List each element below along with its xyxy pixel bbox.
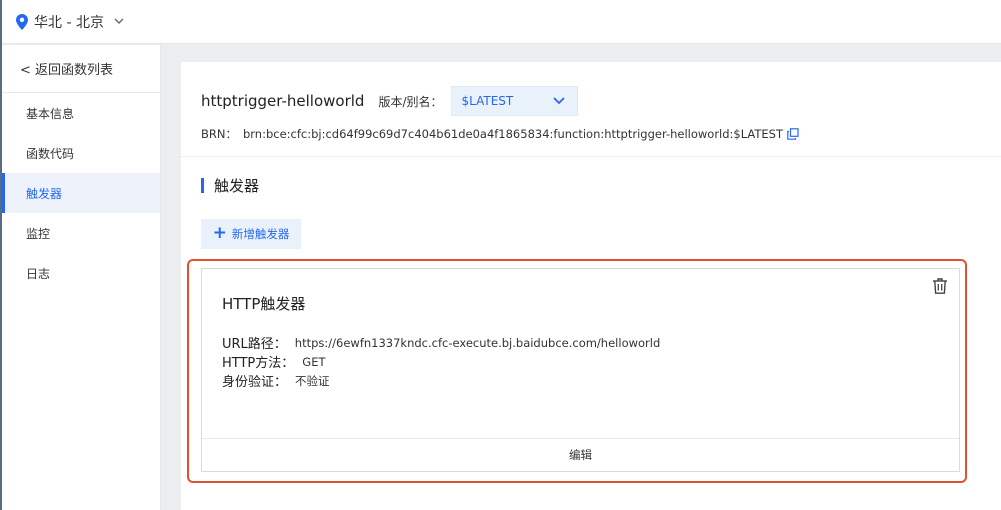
add-trigger-button[interactable]: + 新增触发器: [201, 219, 301, 249]
field-key: 身份验证：: [222, 375, 288, 390]
trigger-title: HTTP触发器: [222, 295, 306, 313]
trash-icon[interactable]: [931, 277, 949, 295]
trigger-info: URL路径： https://6ewfn1337kndc.cfc-execute…: [222, 333, 661, 391]
sidebar-nav: 基本信息 函数代码 触发器 监控 日志: [2, 93, 160, 293]
version-alias-select[interactable]: $LATEST: [450, 86, 578, 116]
brn-label: BRN：: [201, 127, 237, 141]
sidebar-item-logs[interactable]: 日志: [2, 253, 160, 293]
sidebar: < 返回函数列表 基本信息 函数代码 触发器 监控 日志: [2, 45, 161, 510]
field-key: URL路径：: [222, 337, 287, 352]
location-pin-icon: [16, 13, 28, 30]
version-alias-value: $LATEST: [461, 94, 514, 108]
sidebar-item-triggers[interactable]: 触发器: [2, 173, 160, 213]
edit-trigger-button[interactable]: 编辑: [202, 438, 959, 471]
section-title-bar: [201, 177, 204, 193]
region-label: 华北 - 北京: [34, 14, 104, 31]
plus-icon: +: [212, 223, 227, 243]
edit-label: 编辑: [569, 448, 592, 462]
sidebar-item-function-code[interactable]: 函数代码: [2, 133, 160, 173]
add-trigger-label: 新增触发器: [231, 227, 290, 241]
http-trigger-card: HTTP触发器 URL路径： https://6ewfn1337kndc.cfc…: [201, 268, 960, 472]
top-bar: 华北 - 北京: [2, 0, 1001, 44]
trigger-url-row: URL路径： https://6ewfn1337kndc.cfc-execute…: [222, 333, 661, 353]
sidebar-item-monitoring[interactable]: 监控: [2, 213, 160, 253]
title-row: httptrigger-helloworld 版本/别名： $LATEST: [201, 84, 1001, 118]
version-alias-label: 版本/别名：: [378, 94, 443, 109]
triggers-section: 触发器 + 新增触发器: [181, 157, 1001, 249]
region-selector[interactable]: 华北 - 北京: [16, 12, 124, 32]
copy-icon[interactable]: [787, 128, 799, 140]
brn-row: BRN： brn:bce:cfc:bj:cd64f99c69d7c404b61d…: [201, 126, 1001, 142]
chevron-down-icon: [114, 18, 124, 24]
field-key: HTTP方法：: [222, 356, 295, 371]
brn-value: brn:bce:cfc:bj:cd64f99c69d7c404b61de0a4f…: [242, 127, 784, 141]
trigger-auth-row: 身份验证： 不验证: [222, 371, 660, 391]
function-name: httptrigger-helloworld: [201, 92, 365, 110]
chevron-down-icon: [552, 97, 565, 105]
http-method-value: GET: [302, 354, 326, 369]
section-title-text: 触发器: [214, 176, 260, 195]
main-panel: httptrigger-helloworld 版本/别名： $LATEST BR…: [181, 62, 1001, 510]
auth-value: 不验证: [295, 373, 330, 388]
sidebar-item-basic-info[interactable]: 基本信息: [2, 93, 160, 133]
back-to-function-list-link[interactable]: < 返回函数列表: [2, 45, 160, 93]
trigger-method-row: HTTP方法： GET: [222, 352, 660, 372]
function-header: httptrigger-helloworld 版本/别名： $LATEST BR…: [181, 62, 1001, 157]
url-path-value: https://6ewfn1337kndc.cfc-execute.bj.bai…: [294, 335, 661, 350]
section-title: 触发器: [201, 175, 1001, 195]
